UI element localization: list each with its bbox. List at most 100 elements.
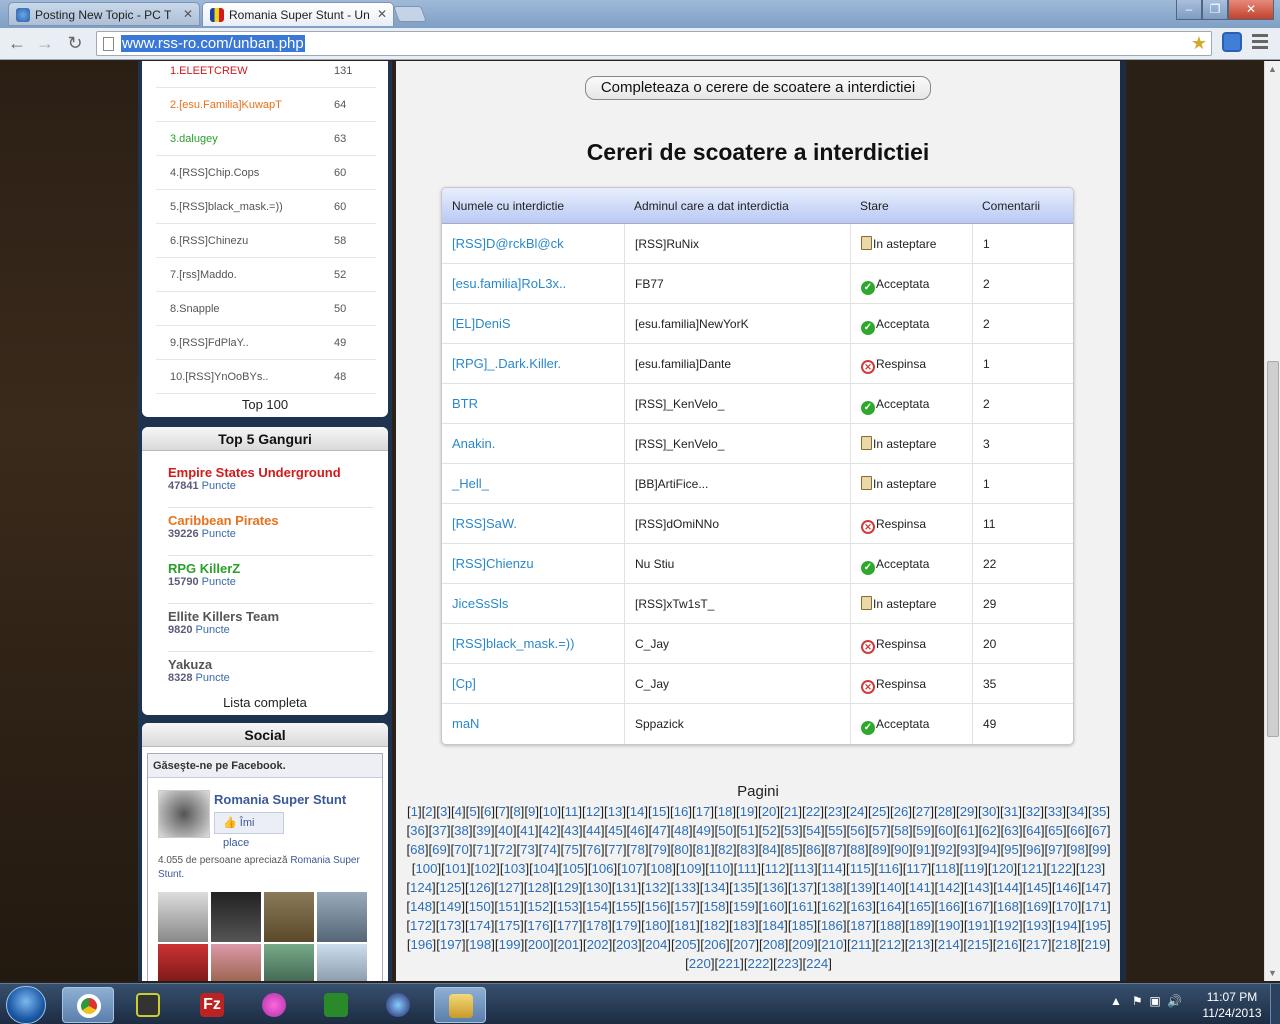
page-link[interactable]: 65 <box>1048 823 1063 838</box>
page-link[interactable]: 85 <box>784 842 799 857</box>
page-link[interactable]: 86 <box>806 842 821 857</box>
page-link[interactable]: 63 <box>1004 823 1019 838</box>
page-link[interactable]: 147 <box>1085 880 1107 895</box>
scrollbar-thumb[interactable] <box>1267 361 1279 737</box>
page-link[interactable]: 168 <box>997 899 1019 914</box>
page-link[interactable]: 72 <box>498 842 513 857</box>
page-link[interactable]: 175 <box>498 918 520 933</box>
banned-name[interactable]: [RSS]SaW. <box>442 504 624 544</box>
new-tab-button[interactable] <box>393 6 427 22</box>
volume-icon[interactable]: 🔊 <box>1167 994 1182 1008</box>
page-link[interactable]: 107 <box>621 861 643 876</box>
page-link[interactable]: 7 <box>499 804 506 819</box>
player-name[interactable]: 6.[RSS]Chinezu <box>170 224 248 258</box>
page-link[interactable]: 33 <box>1048 804 1063 819</box>
page-link[interactable]: 92 <box>938 842 953 857</box>
tab-romania-super-stunt[interactable]: Romania Super Stunt - Un ✕ <box>202 2 394 26</box>
page-link[interactable]: 183 <box>733 918 755 933</box>
page-link[interactable]: 172 <box>410 918 432 933</box>
page-link[interactable]: 32 <box>1026 804 1041 819</box>
page-link[interactable]: 28 <box>938 804 953 819</box>
page-link[interactable]: 209 <box>792 937 814 952</box>
page-link[interactable]: 50 <box>718 823 733 838</box>
page-link[interactable]: 143 <box>968 880 990 895</box>
page-link[interactable]: 1 <box>411 804 418 819</box>
page-link[interactable]: 221 <box>718 956 740 971</box>
page-link[interactable]: 96 <box>1026 842 1041 857</box>
page-link[interactable]: 122 <box>1050 861 1072 876</box>
page-link[interactable]: 100 <box>415 861 437 876</box>
page-link[interactable]: 141 <box>909 880 931 895</box>
page-link[interactable]: 79 <box>652 842 667 857</box>
page-link[interactable]: 95 <box>1004 842 1019 857</box>
page-link[interactable]: 77 <box>608 842 623 857</box>
banned-name[interactable]: [EL]DeniS <box>442 304 624 344</box>
taskbar-explorer[interactable] <box>434 987 486 1023</box>
page-link[interactable]: 117 <box>906 861 927 876</box>
page-link[interactable]: 214 <box>938 937 960 952</box>
page-link[interactable]: 205 <box>675 937 697 952</box>
page-link[interactable]: 84 <box>762 842 777 857</box>
page-link[interactable]: 110 <box>709 861 730 876</box>
page-link[interactable]: 2 <box>425 804 432 819</box>
page-link[interactable]: 124 <box>410 880 432 895</box>
page-link[interactable]: 80 <box>674 842 689 857</box>
page-link[interactable]: 152 <box>527 899 549 914</box>
page-link[interactable]: 103 <box>503 861 525 876</box>
page-link[interactable]: 94 <box>982 842 997 857</box>
player-name[interactable]: 1.ELEETCREW <box>170 61 248 88</box>
page-link[interactable]: 64 <box>1026 823 1041 838</box>
page-link[interactable]: 15 <box>652 804 667 819</box>
column-header-admin[interactable]: Adminul care a dat interdictia <box>624 188 850 224</box>
gang-name[interactable]: Yakuza <box>168 657 230 672</box>
page-link[interactable]: 105 <box>562 861 584 876</box>
page-link[interactable]: 125 <box>439 880 461 895</box>
page-link[interactable]: 144 <box>997 880 1019 895</box>
page-link[interactable]: 207 <box>733 937 755 952</box>
page-link[interactable]: 9 <box>528 804 535 819</box>
page-link[interactable]: 48 <box>674 823 689 838</box>
page-link[interactable]: 193 <box>1026 918 1048 933</box>
banned-name[interactable]: Anakin. <box>442 424 624 464</box>
page-link[interactable]: 21 <box>784 804 799 819</box>
page-link[interactable]: 13 <box>608 804 623 819</box>
page-link[interactable]: 208 <box>763 937 785 952</box>
page-link[interactable]: 30 <box>982 804 997 819</box>
player-name[interactable]: 5.[RSS]black_mask.=)) <box>170 190 283 224</box>
taskbar-xls[interactable] <box>310 987 362 1023</box>
page-link[interactable]: 109 <box>680 861 702 876</box>
page-link[interactable]: 4 <box>455 804 462 819</box>
network-icon[interactable]: ▣ <box>1149 994 1160 1008</box>
page-link[interactable]: 82 <box>718 842 733 857</box>
page-link[interactable]: 202 <box>587 937 609 952</box>
page-link[interactable]: 69 <box>432 842 447 857</box>
banned-name[interactable]: [RSS]black_mask.=)) <box>442 624 624 664</box>
page-link[interactable]: 115 <box>850 861 871 876</box>
page-link[interactable]: 135 <box>733 880 755 895</box>
page-link[interactable]: 23 <box>828 804 843 819</box>
avatar[interactable] <box>317 944 367 981</box>
page-link[interactable]: 178 <box>586 918 608 933</box>
maximize-button[interactable]: ❐ <box>1202 0 1228 20</box>
page-link[interactable]: 197 <box>440 937 462 952</box>
page-link[interactable]: 106 <box>592 861 614 876</box>
avatar[interactable] <box>158 944 208 981</box>
page-link[interactable]: 57 <box>872 823 887 838</box>
page-link[interactable]: 76 <box>586 842 601 857</box>
page-link[interactable]: 25 <box>872 804 887 819</box>
page-link[interactable]: 186 <box>821 918 843 933</box>
page-link[interactable]: 155 <box>615 899 637 914</box>
start-button[interactable] <box>6 986 46 1024</box>
gang-name[interactable]: RPG KillerZ <box>168 561 240 576</box>
flag-icon[interactable]: ⚑ <box>1132 994 1143 1008</box>
top100-link[interactable]: Top 100 <box>142 397 388 412</box>
page-link[interactable]: 99 <box>1092 842 1107 857</box>
page-link[interactable]: 116 <box>878 861 899 876</box>
page-link[interactable]: 217 <box>1026 937 1048 952</box>
avatar[interactable] <box>211 944 261 981</box>
page-link[interactable]: 89 <box>872 842 887 857</box>
page-link[interactable]: 145 <box>1026 880 1048 895</box>
page-link[interactable]: 218 <box>1055 937 1077 952</box>
page-link[interactable]: 38 <box>454 823 469 838</box>
page-link[interactable]: 150 <box>469 899 491 914</box>
